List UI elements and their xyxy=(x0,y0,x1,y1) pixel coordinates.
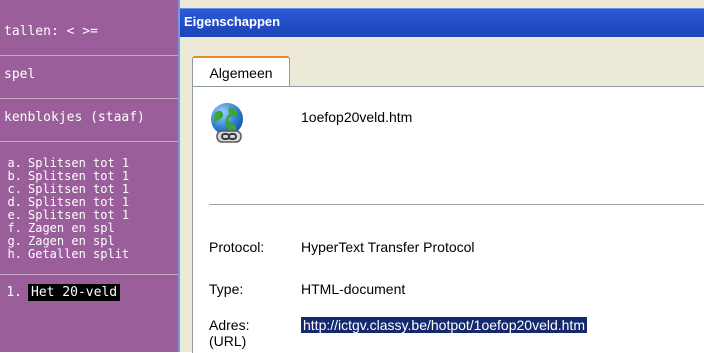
protocol-value: HyperText Transfer Protocol xyxy=(301,239,475,255)
type-label: Type: xyxy=(209,281,244,297)
globe-link-icon xyxy=(211,103,243,143)
separator xyxy=(209,204,704,205)
menu-divider xyxy=(0,98,178,99)
file-name: 1oefop20veld.htm xyxy=(301,109,413,125)
tab-content: 1oefop20veld.htm Protocol: HyperText Tra… xyxy=(192,86,704,353)
menu-divider xyxy=(0,274,178,275)
submenu-item[interactable]: h. Getallen split xyxy=(0,248,130,261)
left-menu-panel: tallen: < >= spel kenblokjes (staaf) a. S… xyxy=(0,0,178,352)
menu-divider xyxy=(0,55,178,56)
tab-algemeen[interactable]: Algemeen xyxy=(192,56,290,88)
type-value: HTML-document xyxy=(301,281,406,297)
dialog-title: Eigenschappen xyxy=(184,14,281,29)
menu-item-spel[interactable]: spel xyxy=(4,67,35,82)
menu-item-rekenblokjes[interactable]: kenblokjes (staaf) xyxy=(4,110,145,125)
address-url-selected[interactable]: http://ictgv.classy.be/hotpot/1oefop20ve… xyxy=(301,317,587,333)
numbered-item-het-20-veld[interactable]: 1. Het 20-veld xyxy=(0,284,121,301)
menu-item-getallen[interactable]: tallen: < >= xyxy=(4,24,98,39)
menu-divider xyxy=(0,141,178,142)
protocol-label: Protocol: xyxy=(209,239,265,255)
title-bar[interactable]: Eigenschappen xyxy=(180,8,704,37)
address-label: Adres: (URL) xyxy=(209,317,250,349)
address-value[interactable]: http://ictgv.classy.be/hotpot/1oefop20ve… xyxy=(301,317,587,333)
properties-dialog: Eigenschappen Algemeen 1oefop20veld.htm … xyxy=(178,0,704,353)
